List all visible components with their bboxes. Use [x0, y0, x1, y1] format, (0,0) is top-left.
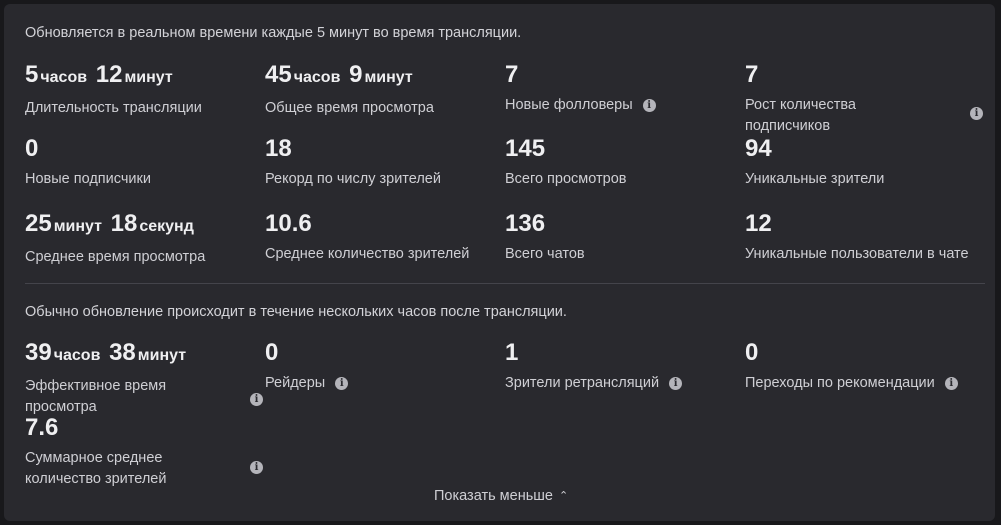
realtime-note: Обновляется в реальном времени каждые 5 … [25, 25, 522, 41]
stat-rebroadcast-viewers: 1 Зрители ретрансляций i [505, 339, 683, 394]
stat-referral-clicks: 0 Переходы по рекомендации i [745, 341, 958, 394]
stat-new-followers: 7 Новые фолловеры i [505, 63, 656, 116]
info-icon[interactable]: i [335, 376, 349, 390]
stat-label: Зрители ретрансляций [505, 375, 660, 391]
stat-value: 25 минут 18 секунд [25, 210, 194, 237]
stat-average-viewers: 10.6 Среднее количество зрителей [265, 212, 469, 265]
stat-value: 0 [265, 339, 279, 366]
stat-subscriber-growth: 7 Рост количества подписчиков i [745, 61, 983, 137]
stat-unique-chatters: 12 Уникальные пользователи в чате [745, 212, 969, 265]
stat-total-chats: 136 Всего чатов [505, 212, 585, 265]
stat-new-subscribers: 0 Новые подписчики [25, 137, 151, 190]
stat-value: 7 [745, 61, 759, 88]
info-icon[interactable]: i [970, 107, 983, 120]
stat-value: 5 часов 12 минут [25, 61, 173, 88]
stat-label: Новые подписчики [25, 171, 151, 187]
stat-value: 94 [745, 135, 772, 162]
stat-label: Новые фолловеры [505, 97, 633, 113]
stat-label: Эффективное время просмотра [25, 378, 167, 415]
stat-value: 145 [505, 135, 546, 162]
stat-unique-viewers: 94 Уникальные зрители [745, 137, 884, 190]
stat-effective-watch-time: 39 часов 38 минут Эффективное время просмо… [25, 341, 265, 418]
stat-value: 10.6 [265, 210, 312, 237]
stream-stats-panel: Обновляется в реальном времени каждые 5 … [4, 4, 995, 521]
stat-value: 0 [745, 339, 759, 366]
stat-label: Общее время просмотра [265, 100, 434, 116]
stat-value: 1 [505, 339, 519, 366]
show-less-button[interactable]: Показать меньше ⌃ [434, 488, 568, 504]
stat-value: 136 [505, 210, 546, 237]
stat-label: Суммарное среднее количество зрителей [25, 450, 167, 487]
info-icon[interactable]: i [944, 376, 958, 390]
stat-label: Всего просмотров [505, 171, 627, 187]
stat-value: 39 часов 38 минут [25, 339, 187, 366]
stat-peak-viewers: 18 Рекорд по числу зрителей [265, 137, 441, 190]
stat-total-watch-time: 45 часов 9 минут Общее время просмотра [265, 63, 434, 119]
stat-label: Рекорд по числу зрителей [265, 171, 441, 187]
stat-total-views: 145 Всего просмотров [505, 137, 626, 190]
info-icon[interactable]: i [250, 461, 263, 474]
chevron-up-icon: ⌃ [558, 490, 569, 502]
stat-label: Среднее время просмотра [25, 249, 206, 265]
stat-label: Уникальные пользователи в чате [745, 246, 969, 262]
stat-combined-average-viewers: 7.6 Суммарное среднее количество зрителе… [25, 416, 265, 490]
stat-label: Рост количества подписчиков [745, 97, 856, 134]
stat-label: Всего чатов [505, 246, 585, 262]
section-divider [25, 283, 985, 284]
stat-label: Переходы по рекомендации [745, 375, 935, 391]
stat-value: 12 [745, 210, 772, 237]
stat-label: Среднее количество зрителей [265, 246, 470, 262]
show-less-label: Показать меньше [434, 488, 553, 504]
info-icon[interactable]: i [250, 393, 263, 406]
stat-raiders: 0 Рейдеры i [265, 339, 349, 394]
stat-value: 0 [25, 135, 39, 162]
stat-average-watch-time: 25 минут 18 секунд Среднее время просмотра [25, 212, 205, 268]
stat-value: 7.6 [25, 414, 59, 441]
stat-value: 18 [265, 135, 292, 162]
stat-value: 7 [505, 61, 519, 88]
info-icon[interactable]: i [669, 376, 683, 390]
stat-value: 45 часов 9 минут [265, 61, 413, 88]
delayed-note: Обычно обновление происходит в течение н… [25, 304, 567, 320]
stat-label: Длительность трансляции [25, 100, 202, 116]
stat-stream-duration: 5 часов 12 минут Длительность трансляции [25, 63, 202, 119]
stat-label: Уникальные зрители [745, 171, 885, 187]
stat-label: Рейдеры [265, 375, 326, 391]
info-icon[interactable]: i [642, 98, 656, 112]
